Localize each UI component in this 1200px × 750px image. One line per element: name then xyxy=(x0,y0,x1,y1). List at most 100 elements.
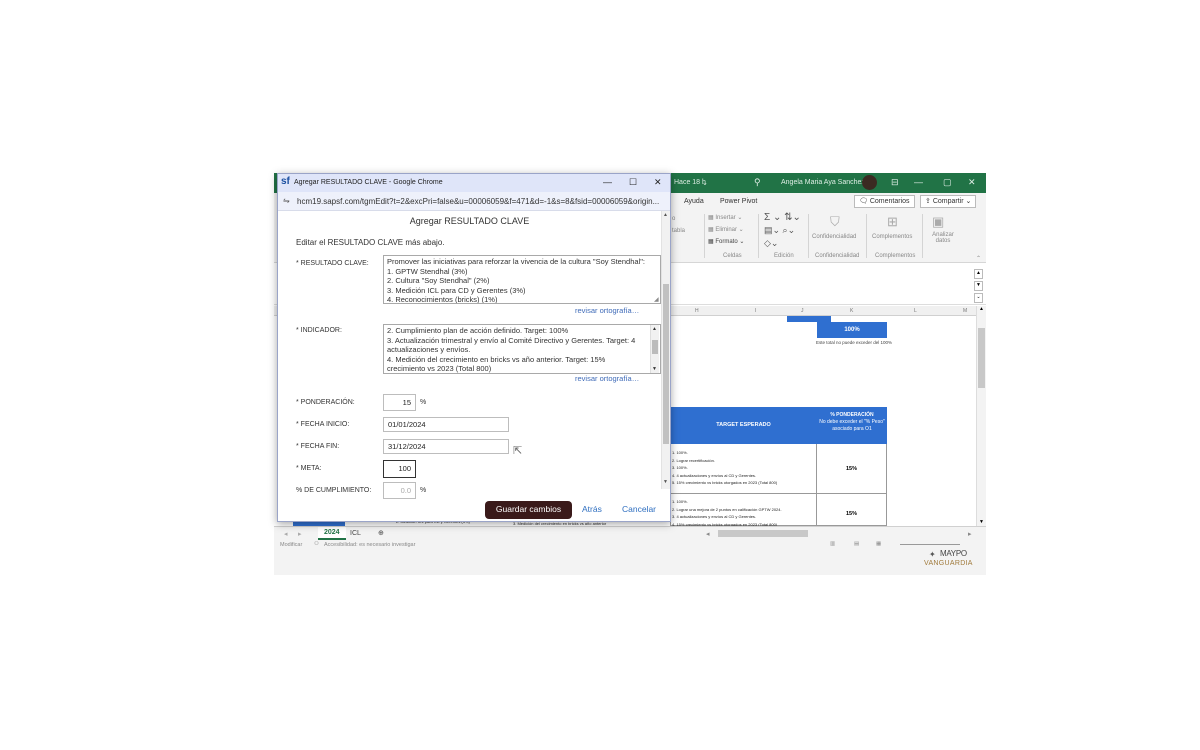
target-row-1: 1. 100%. 2. Lograr recertificación. 3. 1… xyxy=(670,444,817,494)
fecha-inicio-label: * FECHA INICIO: xyxy=(296,421,350,428)
close-button[interactable]: ✕ xyxy=(654,177,662,188)
col-l[interactable]: L xyxy=(914,308,917,314)
user-name: Angela Maria Aya Sanchez xyxy=(781,179,865,186)
save-button[interactable]: Guardar cambios xyxy=(485,501,572,519)
ponderacion-input[interactable]: 15 xyxy=(383,394,416,411)
normal-view-icon[interactable]: ▥ xyxy=(830,541,835,547)
scroll-thumb[interactable] xyxy=(978,328,985,388)
ribbon-display-icon[interactable]: ⊟ xyxy=(891,177,899,188)
ponderacion-header-text: % PONDERACIÓN xyxy=(830,412,874,418)
cumplimiento-percent: % xyxy=(420,487,427,494)
hscroll-thumb[interactable] xyxy=(718,530,808,537)
analyze-data-icon[interactable]: ▣ xyxy=(932,214,944,230)
scroll-thumb[interactable] xyxy=(652,340,658,354)
spellcheck-link-2[interactable]: revisar ortografía… xyxy=(575,374,639,383)
row1-line: 3. 100%. xyxy=(672,465,688,470)
total-percent-cell: 100% xyxy=(817,322,887,338)
sheet-tab-icl[interactable]: ICL xyxy=(350,530,361,537)
search-icon[interactable]: ⚲ xyxy=(754,177,761,188)
scroll-up-icon[interactable]: ▲ xyxy=(974,269,983,279)
minimize-button[interactable]: — xyxy=(914,177,923,187)
chevron-down-icon: ⌄ xyxy=(965,198,972,205)
ribbon-fragment-tabla: tabla xyxy=(672,228,686,234)
resultado-clave-textarea[interactable]: Promover las iniciativas para reforzar l… xyxy=(383,255,661,304)
confidentiality-button[interactable]: Confidencialidad xyxy=(812,234,856,240)
cells-group-label: Celdas xyxy=(723,253,742,259)
scroll-down-icon[interactable]: ▼ xyxy=(663,479,668,485)
col-j[interactable]: J xyxy=(801,308,804,314)
resize-handle-icon[interactable]: ◢ xyxy=(654,296,659,303)
spellcheck-link-1[interactable]: revisar ortografía… xyxy=(575,306,639,315)
vertical-scrollbar[interactable]: ▲ ▼ xyxy=(976,306,986,528)
resultado-line: 4. Reconocimientos (bricks) (1%) xyxy=(387,295,498,304)
prev-sheet-icon[interactable]: ◂ xyxy=(284,530,288,538)
fecha-inicio-input[interactable]: 01/01/2024 xyxy=(383,417,509,432)
scroll-down-icon[interactable]: ▼ xyxy=(652,365,657,373)
sf-logo-icon: sf xyxy=(281,176,290,187)
indicador-scrollbar[interactable]: ▲ ▼ xyxy=(650,325,659,373)
indicador-label: * INDICADOR: xyxy=(296,327,342,334)
indicador-line: 4. Medición del crecimiento en bricks vs… xyxy=(387,354,606,364)
expand-formula-icon[interactable]: ⌄ xyxy=(974,293,983,303)
addins-icon[interactable]: ⊞ xyxy=(887,214,898,230)
hscroll-left-icon[interactable]: ◂ xyxy=(706,530,710,538)
target-header-cell: TARGET ESPERADO xyxy=(670,407,817,444)
sheet-tab-2024[interactable]: 2024 xyxy=(318,527,346,540)
page-break-icon[interactable]: ▦ xyxy=(876,541,881,547)
back-button[interactable]: Atrás xyxy=(582,504,602,514)
scroll-up-icon[interactable]: ▲ xyxy=(663,212,668,218)
col-k[interactable]: K xyxy=(850,308,853,314)
cancel-button[interactable]: Cancelar xyxy=(622,504,656,514)
format-button[interactable]: ▦ Formato ⌄ xyxy=(708,238,744,245)
clear-icon[interactable]: ◇⌄ xyxy=(764,238,778,249)
total-note: Este total no puede exceder del 100% xyxy=(815,340,893,345)
delete-button[interactable]: ▦ Eliminar ⌄ xyxy=(708,226,744,233)
indicador-textarea[interactable]: 2. Cumplimiento plan de acción definido.… xyxy=(383,324,661,374)
share-button[interactable]: ⇪ Compartir ⌄ xyxy=(920,195,977,208)
site-info-icon[interactable]: ⇋ xyxy=(283,196,290,205)
resultado-clave-label: * RESULTADO CLAVE: xyxy=(296,260,369,267)
page-layout-icon[interactable]: ▤ xyxy=(854,541,859,547)
minimize-button[interactable]: — xyxy=(603,177,612,187)
insert-button[interactable]: ▦ Insertar ⌄ xyxy=(708,214,742,221)
indicador-line: 3. Actualización trimestral y envío al C… xyxy=(387,335,636,345)
analyze-data-button[interactable]: Analizar datos xyxy=(928,232,958,244)
scroll-down-icon[interactable]: ▼ xyxy=(974,281,983,291)
comments-button[interactable]: 🗨 Comentarios xyxy=(854,195,915,208)
cumplimiento-input[interactable]: 0.0 xyxy=(383,482,416,499)
menu-ayuda[interactable]: Ayuda xyxy=(684,198,704,205)
row2-line: 2. Lograr una mejora de 2 puntos en cali… xyxy=(672,506,782,512)
menu-power-pivot[interactable]: Power Pivot xyxy=(720,198,757,205)
format-label: Formato xyxy=(715,239,738,245)
hscroll-right-icon[interactable]: ▸ xyxy=(968,530,972,538)
popup-url[interactable]: hcm19.sapsf.com/tgmEdit?t=2&excPri=false… xyxy=(297,197,665,206)
add-sheet-icon[interactable]: ⊕ xyxy=(378,529,384,537)
col-h[interactable]: H xyxy=(695,308,699,314)
popup-titlebar: sf Agregar RESULTADO CLAVE - Google Chro… xyxy=(278,174,670,192)
col-i[interactable]: I xyxy=(755,308,756,314)
watermark-brand: MAYPO xyxy=(940,549,967,558)
col-m[interactable]: M xyxy=(963,308,967,314)
next-sheet-icon[interactable]: ▸ xyxy=(298,530,302,538)
complements-button[interactable]: Complementos xyxy=(872,234,912,240)
fecha-fin-input[interactable]: 31/12/2024 xyxy=(383,439,509,454)
popup-scrollbar[interactable]: ▲ ▼ xyxy=(661,211,670,489)
scroll-up-icon[interactable]: ▲ xyxy=(978,306,985,314)
scroll-thumb[interactable] xyxy=(663,284,669,444)
sensitivity-icon[interactable]: ⛉ xyxy=(830,214,840,230)
fill-icon[interactable]: ▤⌄ ⌕⌄ xyxy=(764,225,795,236)
maximize-button[interactable]: ☐ xyxy=(629,177,637,188)
collapse-ribbon-icon[interactable]: ⌃ xyxy=(976,255,981,262)
maximize-button[interactable]: ▢ xyxy=(943,177,952,188)
row1-line: 4. 4 actualizaciones y envíos al CD y Ge… xyxy=(672,472,757,478)
autosum-icon[interactable]: Σ ⌄ ⇅⌄ xyxy=(764,212,801,223)
zoom-slider[interactable] xyxy=(900,544,960,545)
target-row-2: 1. 100%. 2. Lograr una mejora de 2 punto… xyxy=(670,494,817,527)
scroll-up-icon[interactable]: ▲ xyxy=(652,325,657,335)
accessibility-status[interactable]: Accesibilidad: es necesario investigar xyxy=(324,542,415,548)
logo-icon: ✦ xyxy=(929,550,936,559)
chevron-down-icon[interactable]: ⌄ xyxy=(702,179,708,187)
meta-input[interactable]: 100 xyxy=(383,460,416,478)
close-button[interactable]: ✕ xyxy=(968,177,976,188)
avatar[interactable] xyxy=(862,175,877,190)
